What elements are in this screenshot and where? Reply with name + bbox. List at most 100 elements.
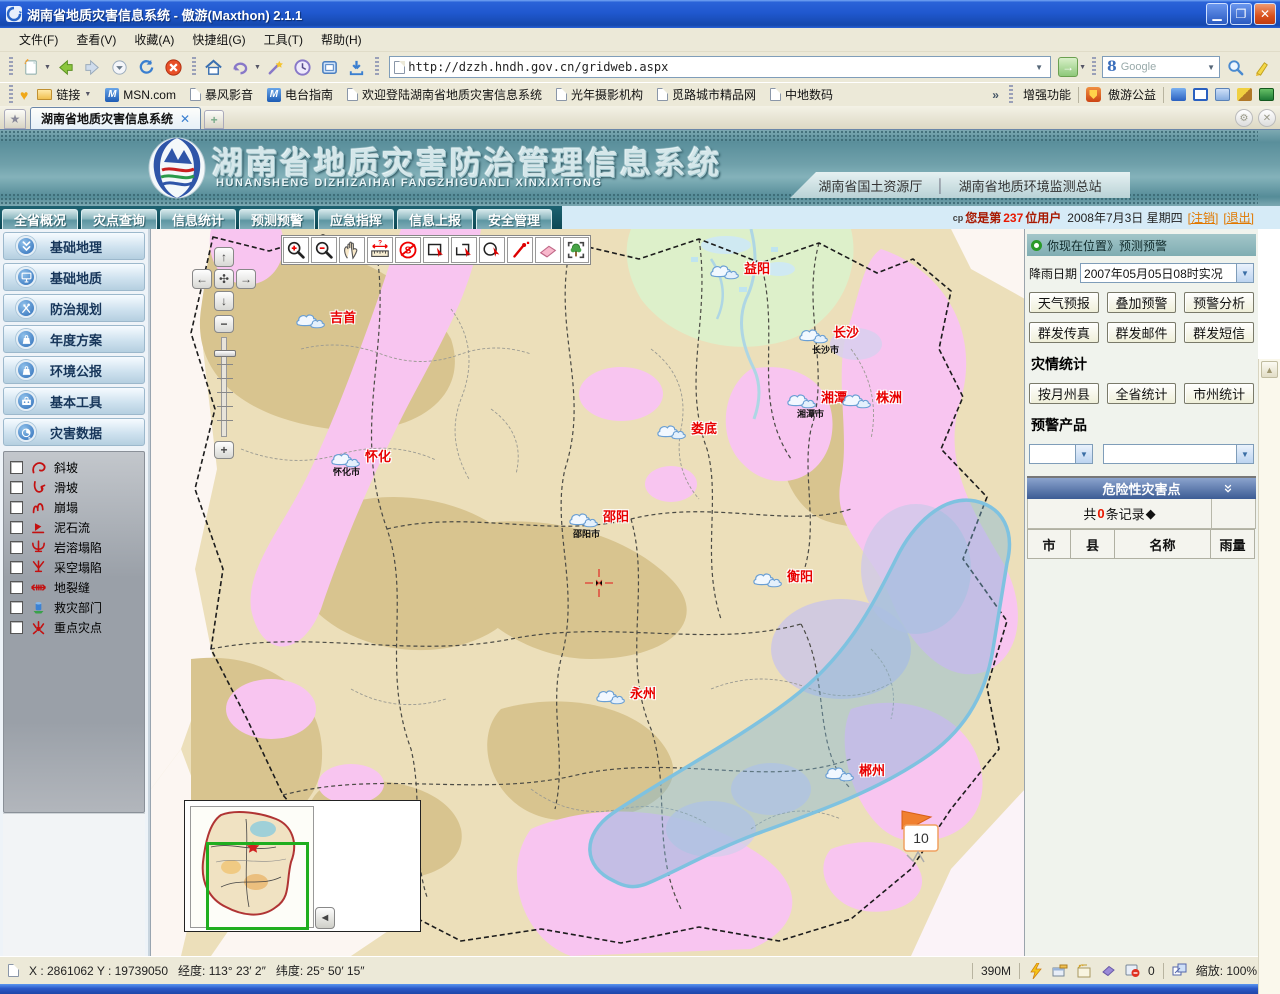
panel-button[interactable]: 按月州县: [1029, 383, 1099, 404]
sidebar-item-bag[interactable]: 年度方案: [3, 325, 145, 353]
sort-diamond-icon[interactable]: ◆: [1146, 506, 1156, 522]
link-land-resources[interactable]: 湖南省国土资源厅: [818, 176, 922, 195]
pan-up-button[interactable]: ↑: [214, 247, 234, 267]
menu-item[interactable]: 查看(V): [67, 28, 125, 51]
select-arrow-icon[interactable]: ▼: [1236, 445, 1253, 463]
panel-button[interactable]: 群发短信: [1184, 322, 1254, 343]
layer-checkbox[interactable]: [10, 581, 23, 594]
enhance-link[interactable]: 增强功能: [1023, 86, 1071, 103]
panel-button[interactable]: 预警分析: [1184, 292, 1254, 313]
zoom-in-step-button[interactable]: +: [214, 441, 234, 459]
new-window-filter-icon[interactable]: [1076, 963, 1092, 979]
quick-link[interactable]: MMSN.com: [100, 86, 181, 104]
rain-date-select[interactable]: 2007年05月05日08时实况 ▼: [1080, 263, 1254, 283]
refresh-icon[interactable]: [135, 55, 159, 79]
address-bar[interactable]: http://dzzh.hndh.gov.cn/gridweb.aspx ▼: [389, 56, 1051, 78]
tool-scale-button[interactable]: [395, 237, 421, 263]
sidebar-item-tools[interactable]: 防治规划: [3, 294, 145, 322]
zoom-slider[interactable]: [221, 337, 227, 437]
maxthon-shield-icon[interactable]: [1086, 87, 1101, 102]
wrench-icon[interactable]: ⚙: [1235, 109, 1253, 127]
cube-icon[interactable]: [1259, 88, 1274, 101]
sidebar-item-bag[interactable]: 环境公报: [3, 356, 145, 384]
messenger-icon[interactable]: [1171, 88, 1186, 101]
panel-button[interactable]: 天气预报: [1029, 292, 1099, 313]
new-page-dropdown[interactable]: ▼: [44, 64, 51, 71]
nav-tab[interactable]: 安全管理: [476, 209, 552, 229]
nav-tab[interactable]: 信息统计: [160, 209, 236, 229]
menu-item[interactable]: 快捷组(G): [183, 28, 254, 51]
select-arrow-icon[interactable]: ▼: [1236, 264, 1253, 282]
city-marker-永州[interactable]: 永州: [594, 686, 656, 706]
collapse-chevrons-icon[interactable]: [1222, 483, 1234, 495]
layer-checkbox[interactable]: [10, 541, 23, 554]
city-marker-益阳[interactable]: 益阳: [708, 261, 770, 281]
pan-down-button[interactable]: ↓: [214, 291, 234, 311]
highlighter-icon[interactable]: [1250, 55, 1274, 79]
search-icon[interactable]: [1223, 55, 1247, 79]
city-marker-郴州[interactable]: 郴州: [823, 763, 885, 783]
panel-button[interactable]: 市州统计: [1184, 383, 1254, 404]
pan-left-button[interactable]: ←: [192, 269, 212, 289]
forward-icon[interactable]: [81, 55, 105, 79]
search-placeholder[interactable]: Google: [1121, 61, 1203, 73]
history-clock-icon[interactable]: [291, 55, 315, 79]
address-dropdown-icon[interactable]: ▼: [1032, 63, 1046, 72]
sidebar-item-monitor[interactable]: 基础地质: [3, 263, 145, 291]
panel-button[interactable]: 群发邮件: [1107, 322, 1177, 343]
panel-button[interactable]: 全省统计: [1107, 383, 1177, 404]
danger-points-header[interactable]: 危险性灾害点: [1027, 478, 1256, 499]
scroll-up-icon[interactable]: ▲: [1261, 361, 1278, 378]
pan-center-button[interactable]: ✣: [214, 269, 234, 289]
tab-list-star-icon[interactable]: ★: [4, 109, 26, 129]
new-page-icon[interactable]: [19, 55, 43, 79]
city-marker-娄底[interactable]: 娄底: [655, 421, 717, 441]
notes-icon[interactable]: [1215, 88, 1230, 101]
toolbar-grip[interactable]: [192, 57, 196, 77]
layer-checkbox[interactable]: [10, 561, 23, 574]
viewport-rectangle[interactable]: [206, 842, 309, 930]
sidebar-item-pie[interactable]: 灾害数据: [3, 418, 145, 446]
new-tab-button[interactable]: +: [204, 110, 224, 129]
toolbar-grip[interactable]: [9, 57, 13, 77]
home-icon[interactable]: [202, 55, 226, 79]
minimize-button[interactable]: ▁: [1206, 3, 1228, 25]
nav-tab[interactable]: 全省概况: [2, 209, 78, 229]
link-geo-env-station[interactable]: 湖南省地质环境监测总站: [959, 176, 1102, 195]
snap-window-icon[interactable]: [318, 55, 342, 79]
layer-checkbox[interactable]: [10, 521, 23, 534]
history-dropdown-icon[interactable]: [108, 55, 132, 79]
maximize-button[interactable]: ❐: [1230, 3, 1252, 25]
tool-mark-point-button[interactable]: [507, 237, 533, 263]
tool-zoom-out-button[interactable]: [311, 237, 337, 263]
resize-page-icon[interactable]: [1172, 963, 1188, 979]
layer-checkbox[interactable]: [10, 621, 23, 634]
quick-link[interactable]: 觅路城市精品网: [652, 84, 761, 105]
nav-tab[interactable]: 预测预警: [239, 209, 315, 229]
tool-select-circle-button[interactable]: [479, 237, 505, 263]
city-marker-长沙[interactable]: 长沙长沙市: [797, 325, 859, 345]
favorites-heart-icon[interactable]: ♥: [20, 87, 28, 103]
zoom-slider-handle[interactable]: [214, 350, 236, 357]
undo-icon[interactable]: [229, 55, 253, 79]
layer-checkbox[interactable]: [10, 601, 23, 614]
menu-item[interactable]: 工具(T): [255, 28, 312, 51]
inset-collapse-icon[interactable]: ◄: [315, 907, 335, 929]
city-marker-株洲[interactable]: 株洲: [840, 390, 902, 410]
tool-zoom-in-button[interactable]: [283, 237, 309, 263]
panel-button[interactable]: 群发传真: [1029, 322, 1099, 343]
menu-item[interactable]: 收藏(A): [125, 28, 183, 51]
undo-dropdown[interactable]: ▼: [254, 64, 261, 71]
links-grip[interactable]: [1009, 85, 1013, 105]
search-engine-dropdown-icon[interactable]: ▼: [1207, 63, 1215, 72]
stop-icon[interactable]: [162, 55, 186, 79]
popup-blocker-icon[interactable]: [1052, 963, 1068, 979]
go-button[interactable]: →: [1058, 57, 1078, 77]
nav-tab[interactable]: 信息上报: [397, 209, 473, 229]
tool-select-rect-button[interactable]: [423, 237, 449, 263]
menu-item[interactable]: 文件(F): [10, 28, 67, 51]
quick-link[interactable]: 欢迎登陆湖南省地质灾害信息系统: [342, 84, 547, 105]
charity-link[interactable]: 傲游公益: [1108, 86, 1156, 103]
toolbar-grip[interactable]: [375, 57, 379, 77]
tool-measure-button[interactable]: [367, 237, 393, 263]
